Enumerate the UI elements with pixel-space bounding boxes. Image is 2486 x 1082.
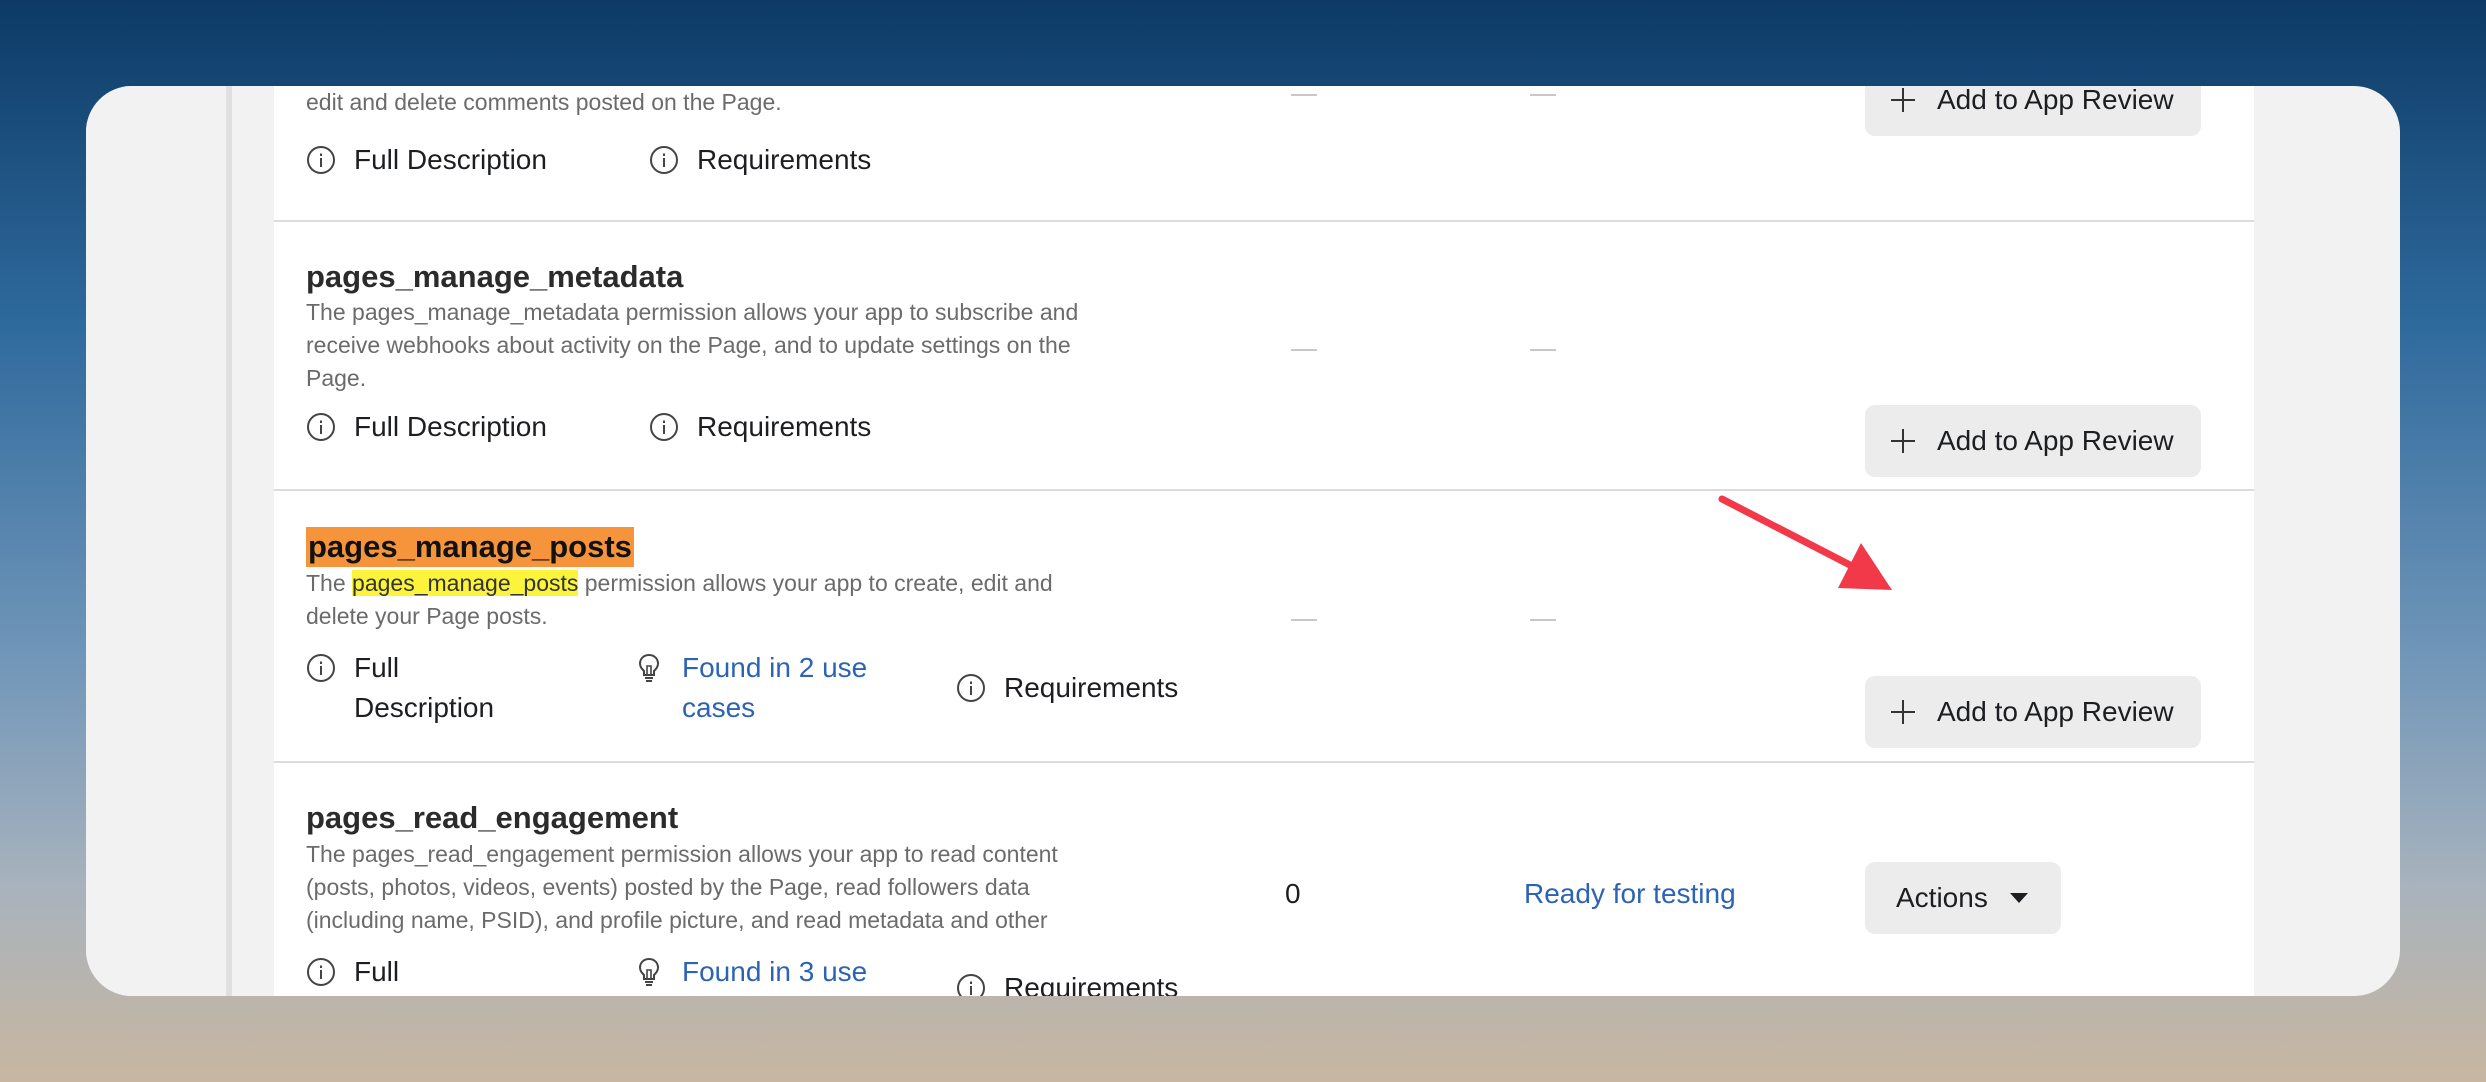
permission-name-highlighted: pages_manage_posts (306, 527, 634, 567)
lightbulb-icon (638, 653, 660, 682)
permission-name: pages_read_engagement (306, 800, 679, 835)
full-description-link[interactable]: Full Description (306, 140, 547, 180)
requirements-link[interactable]: Requirements (956, 968, 1178, 996)
label-line: cases (682, 692, 756, 723)
permissions-table: edit and delete comments posted on the P… (274, 86, 2254, 996)
table-row: pages_manage_metadata The pages_manage_m… (274, 221, 2254, 491)
table-row: edit and delete comments posted on the P… (274, 86, 2254, 222)
requirements-link[interactable]: Requirements (649, 140, 871, 180)
label-line: Full (354, 652, 400, 683)
label-line: Description (354, 692, 495, 723)
requirements-label: Requirements (697, 144, 872, 175)
search-match-highlight: pages_manage_posts (352, 570, 579, 596)
permission-description: The pages_read_engagement permission all… (306, 841, 1058, 933)
plus-icon (1891, 700, 1915, 724)
full-description-link[interactable]: Full Description (306, 407, 547, 447)
label-line: Found in 2 use (682, 652, 868, 683)
status-link[interactable]: Ready for testing (1524, 878, 1736, 910)
use-cases-link[interactable]: Found in 2 use cases (634, 648, 867, 728)
info-circle-icon (957, 974, 985, 996)
add-to-app-review-button[interactable]: Add to App Review (1865, 86, 2201, 136)
button-label: Add to App Review (1937, 86, 2174, 115)
plus-icon (1891, 429, 1915, 453)
full-description-link[interactable]: Full (306, 952, 399, 992)
button-label: Actions (1896, 882, 1988, 913)
empty-value-dash (1291, 94, 1317, 96)
permission-name: pages_manage_metadata (306, 259, 684, 294)
permission-description: The pages_manage_metadata permission all… (306, 299, 1079, 391)
full-description-label: Full Description (354, 648, 494, 728)
info-circle-icon (650, 413, 678, 441)
actions-dropdown-button[interactable]: Actions (1865, 862, 2061, 934)
app-window: edit and delete comments posted on the P… (86, 86, 2400, 996)
button-label: Add to App Review (1937, 696, 2174, 727)
add-to-app-review-button[interactable]: Add to App Review (1865, 676, 2201, 748)
add-to-app-review-button[interactable]: Add to App Review (1865, 405, 2201, 477)
requirements-label: Requirements (697, 411, 872, 442)
info-circle-icon (307, 146, 335, 174)
use-cases-label: Found in 3 use (682, 956, 868, 987)
info-circle-icon (307, 958, 335, 986)
info-circle-icon (307, 413, 335, 441)
lightbulb-icon (638, 957, 660, 986)
empty-value-dash (1291, 619, 1317, 621)
info-circle-icon (957, 674, 985, 702)
info-circle-icon (307, 654, 335, 682)
full-description-label: Full Description (354, 144, 547, 175)
table-row: pages_read_engagement The pages_read_eng… (274, 762, 2254, 996)
empty-status-dash (1530, 94, 1556, 96)
empty-status-dash (1530, 349, 1556, 351)
table-row: pages_manage_posts The pages_manage_post… (274, 491, 2254, 763)
info-circle-icon (650, 146, 678, 174)
empty-status-dash (1530, 619, 1556, 621)
description-text: The (306, 570, 353, 596)
permission-description: edit and delete comments posted on the P… (306, 89, 782, 115)
full-description-link[interactable]: Full Description (306, 648, 494, 728)
caret-down-icon (2009, 893, 2028, 903)
requirements-label: Requirements (1004, 672, 1179, 703)
requirements-link[interactable]: Requirements (649, 407, 871, 447)
use-cases-link[interactable]: Found in 3 use (634, 952, 867, 992)
left-divider (226, 86, 232, 996)
empty-value-dash (1291, 349, 1317, 351)
full-description-label: Full (354, 956, 400, 987)
requirements-link[interactable]: Requirements (956, 668, 1178, 708)
use-cases-label: Found in 2 use cases (682, 648, 867, 728)
plus-icon (1891, 88, 1915, 112)
left-gutter (86, 86, 226, 996)
button-label: Add to App Review (1937, 425, 2174, 456)
full-description-label: Full Description (354, 411, 547, 442)
requirements-label: Requirements (1004, 972, 1179, 996)
api-calls-count: 0 (1285, 878, 1301, 909)
permission-description: The pages_manage_posts permission allows… (306, 567, 1096, 633)
